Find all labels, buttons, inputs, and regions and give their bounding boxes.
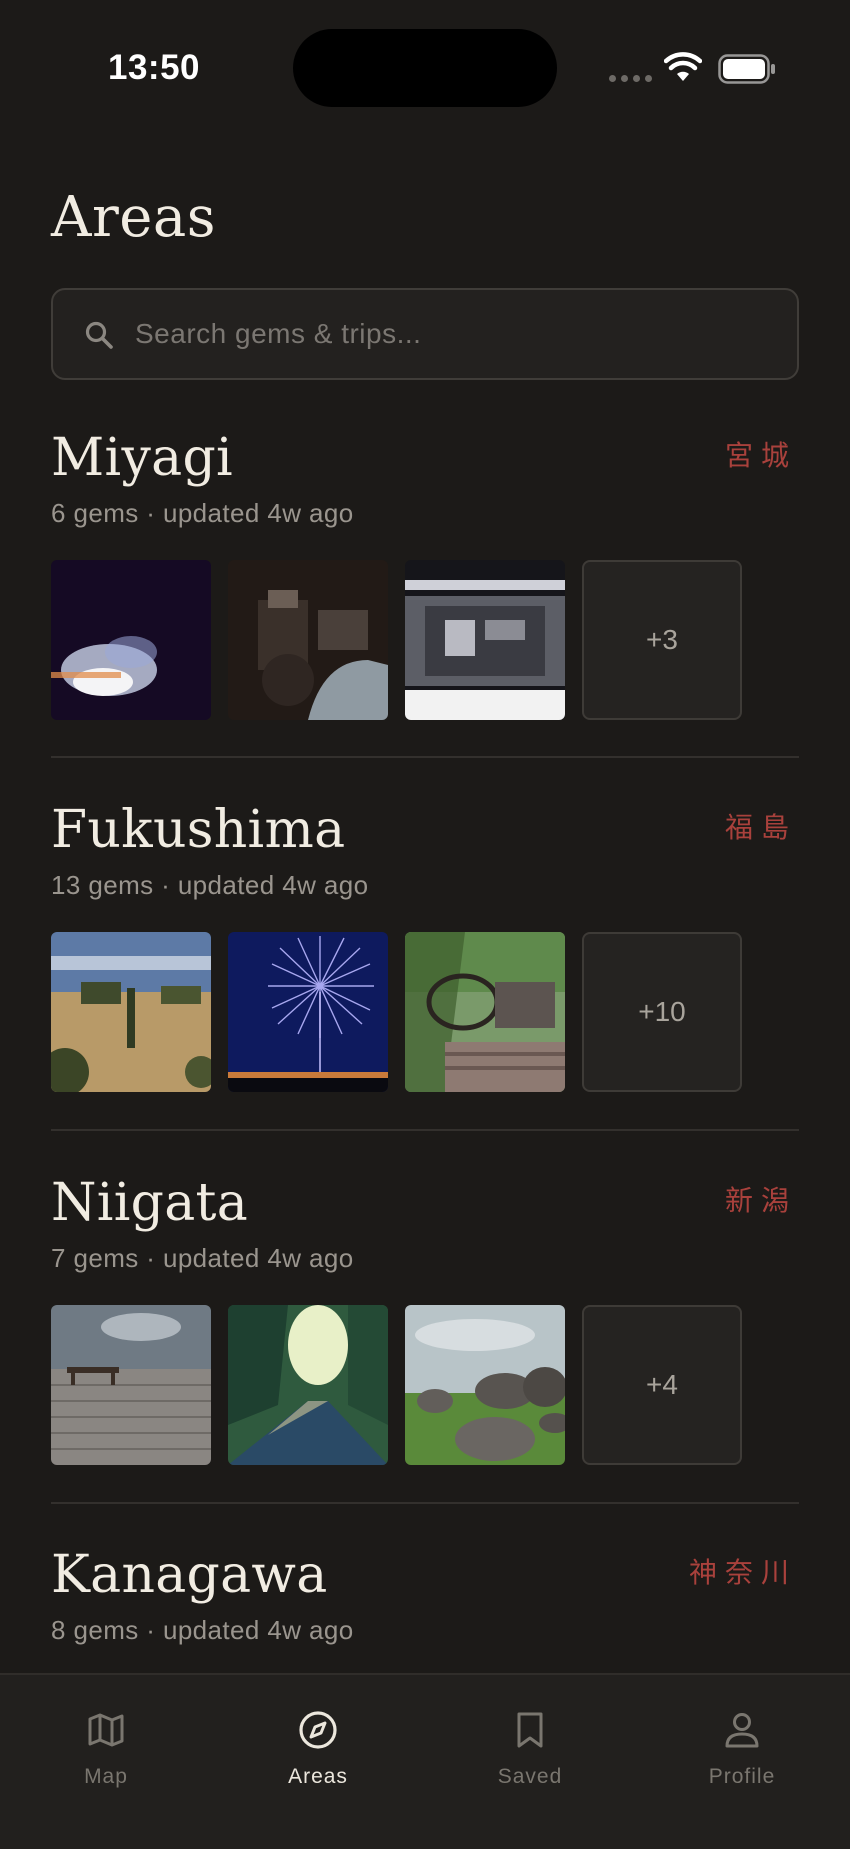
divider <box>51 756 799 758</box>
tab-profile[interactable]: Profile <box>636 1675 848 1805</box>
tab-map[interactable]: Map <box>0 1675 212 1805</box>
search-input[interactable] <box>135 290 775 378</box>
area-meta: 13 gems · updated 4w ago <box>51 870 369 900</box>
area-card-kanagawa[interactable]: Kanagawa 神奈川 8 gems · updated 4w ago <box>51 1545 799 1665</box>
area-card-miyagi[interactable]: Miyagi 宮城 6 gems · updated 4w ago +3 <box>51 428 799 728</box>
gem-thumbnail[interactable] <box>405 1305 565 1465</box>
area-kanji-name: 新潟 <box>724 1184 797 1217</box>
divider <box>51 1502 799 1504</box>
bookmark-icon <box>517 1712 543 1748</box>
area-meta: 8 gems · updated 4w ago <box>51 1615 354 1645</box>
tab-label: Saved <box>497 1765 563 1788</box>
gem-thumbnail[interactable] <box>228 560 388 720</box>
area-name: Miyagi <box>51 428 233 488</box>
gem-thumbnail[interactable] <box>228 932 388 1092</box>
more-gems-button[interactable]: +3 <box>582 560 742 720</box>
area-kanji-name: 福島 <box>724 811 797 844</box>
more-gems-button[interactable]: +4 <box>582 1305 742 1465</box>
tab-bar: Map Areas Saved Profile <box>0 1673 850 1849</box>
area-kanji-name: 宮城 <box>724 439 797 472</box>
wifi-icon <box>664 52 702 81</box>
area-kanji-name: 神奈川 <box>688 1556 797 1589</box>
area-meta: 7 gems · updated 4w ago <box>51 1243 354 1273</box>
tab-label: Profile <box>708 1765 776 1788</box>
gem-thumbnails: +4 <box>51 1305 742 1465</box>
gem-thumbnails: +10 <box>51 932 742 1092</box>
area-card-niigata[interactable]: Niigata 新潟 7 gems · updated 4w ago +4 <box>51 1173 799 1473</box>
gem-thumbnail[interactable] <box>51 560 211 720</box>
gem-thumbnail[interactable] <box>51 932 211 1092</box>
compass-icon <box>299 1711 337 1749</box>
area-meta: 6 gems · updated 4w ago <box>51 498 354 528</box>
area-name: Fukushima <box>51 800 346 860</box>
gem-thumbnails: +3 <box>51 560 742 720</box>
status-bar: 13:50 <box>0 0 850 140</box>
battery-icon <box>718 54 775 84</box>
dynamic-island <box>293 29 557 107</box>
gem-thumbnail[interactable] <box>228 1305 388 1465</box>
tab-label: Map <box>84 1765 128 1788</box>
cellular-signal-icon <box>609 75 652 82</box>
tab-label: Areas <box>288 1765 348 1788</box>
page-title: Areas <box>51 185 216 250</box>
divider <box>51 1129 799 1131</box>
area-name: Niigata <box>51 1173 249 1233</box>
search-bar[interactable] <box>51 288 799 380</box>
gem-thumbnail[interactable] <box>51 1305 211 1465</box>
gem-thumbnail[interactable] <box>405 560 565 720</box>
more-gems-button[interactable]: +10 <box>582 932 742 1092</box>
gem-thumbnail[interactable] <box>405 932 565 1092</box>
area-name: Kanagawa <box>51 1545 328 1605</box>
tab-areas[interactable]: Areas <box>212 1675 424 1805</box>
status-time: 13:50 <box>108 48 201 87</box>
person-icon <box>725 1713 759 1748</box>
search-icon <box>85 321 113 349</box>
tab-saved[interactable]: Saved <box>424 1675 636 1805</box>
map-icon <box>88 1713 124 1747</box>
area-card-fukushima[interactable]: Fukushima 福島 13 gems · updated 4w ago +1… <box>51 800 799 1100</box>
